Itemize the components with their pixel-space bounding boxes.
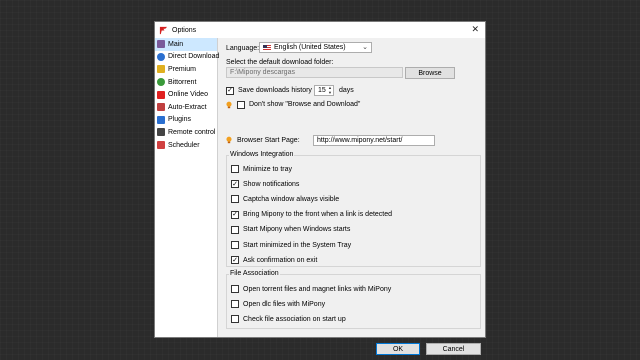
chevron-down-icon: ⌄ xyxy=(362,44,368,51)
language-value: English (United States) xyxy=(274,44,346,51)
windows-integration-label: Bring Mipony to the front when a link is… xyxy=(243,211,393,219)
sidebar-item-scheduler[interactable]: Scheduler xyxy=(155,139,217,152)
crown-icon xyxy=(157,65,165,74)
calendar-icon xyxy=(157,141,165,150)
sidebar-item-premium[interactable]: Premium xyxy=(155,63,217,76)
sidebar-item-label: Scheduler xyxy=(168,141,200,149)
us-flag-icon xyxy=(263,44,271,51)
download-folder-value: F:\Mipony descargas xyxy=(230,69,295,76)
sidebar-item-remote-control[interactable]: Remote control xyxy=(155,126,217,139)
sidebar-item-label: Main xyxy=(168,40,184,48)
youtube-icon xyxy=(157,90,165,99)
sidebar-item-bittorrent[interactable]: Bittorrent xyxy=(155,76,217,89)
sidebar: Main Direct Download Premium Bittorrent Onli… xyxy=(155,38,220,337)
windows-integration-checkbox[interactable] xyxy=(231,195,239,204)
sidebar-item-label: Remote control xyxy=(168,128,216,136)
mipony-logo-icon xyxy=(159,26,168,34)
ok-button[interactable]: OK xyxy=(376,343,420,355)
sidebar-item-label: Online Video xyxy=(168,91,208,99)
history-days-value: 15 xyxy=(318,87,326,94)
dont-show-checkbox[interactable] xyxy=(237,100,245,109)
windows-integration-option[interactable]: Start Mipony when Windows starts xyxy=(231,225,350,235)
language-label: Language: xyxy=(226,45,260,52)
start-page-value: http://www.mipony.net/start/ xyxy=(317,137,403,144)
close-icon[interactable]: ✕ xyxy=(471,24,479,35)
file-association-checkbox[interactable] xyxy=(231,300,239,308)
windows-integration-label: Start minimized in the System Tray xyxy=(243,241,352,249)
browse-button[interactable]: Browse xyxy=(405,67,455,79)
stepper-arrows-icon[interactable]: ▲ ▼ xyxy=(327,85,333,95)
plugin-icon xyxy=(157,115,165,124)
sidebar-item-label: Bittorrent xyxy=(168,78,197,86)
windows-integration-checkbox[interactable]: ✓ xyxy=(231,256,239,265)
file-association-option[interactable]: Check file association on start up xyxy=(231,314,346,324)
torrent-icon xyxy=(157,78,165,87)
lightbulb-icon xyxy=(226,101,232,108)
windows-integration-checkbox[interactable] xyxy=(231,241,239,249)
cancel-button[interactable]: Cancel xyxy=(426,343,481,355)
history-days-stepper[interactable]: 15 ▲ ▼ xyxy=(314,85,334,96)
language-select[interactable]: English (United States) ⌄ xyxy=(259,42,372,53)
file-association-checkbox[interactable] xyxy=(231,285,239,293)
windows-integration-label: Ask confirmation on exit xyxy=(243,256,318,264)
sidebar-item-label: Direct Download xyxy=(168,53,220,61)
windows-integration-option[interactable]: Captcha window always visible xyxy=(231,194,339,204)
main-panel: Language: English (United States) ⌄ Sele… xyxy=(219,38,486,355)
windows-integration-label: Show notifications xyxy=(243,180,300,188)
windows-integration-title: Windows Integration xyxy=(229,151,295,158)
windows-integration-checkbox[interactable] xyxy=(231,225,239,234)
options-dialog: Options ✕ Main Direct Download Premium Bitt… xyxy=(154,21,486,355)
windows-integration-option[interactable]: Start minimized in the System Tray xyxy=(231,240,351,250)
sidebar-item-main[interactable]: Main xyxy=(155,38,217,51)
windows-integration-checkbox[interactable]: ✓ xyxy=(231,180,239,189)
gear-icon xyxy=(157,40,165,49)
file-association-label: Open torrent files and magnet links with… xyxy=(243,285,392,293)
windows-integration-label: Start Mipony when Windows starts xyxy=(243,226,351,234)
windows-integration-checkbox[interactable] xyxy=(231,165,239,173)
file-association-option[interactable]: Open dlc files with MiPony xyxy=(231,299,325,309)
window-title: Options xyxy=(172,26,197,34)
windows-integration-option[interactable]: ✓ Ask confirmation on exit xyxy=(231,255,317,265)
start-page-input[interactable]: http://www.mipony.net/start/ xyxy=(313,135,435,146)
file-association-label: Open dlc files with MiPony xyxy=(243,300,326,308)
archive-icon xyxy=(157,103,165,112)
file-association-checkbox[interactable] xyxy=(231,315,239,323)
sidebar-item-direct-download[interactable]: Direct Download xyxy=(155,51,220,64)
download-folder-input[interactable]: F:\Mipony descargas xyxy=(226,67,403,78)
windows-integration-label: Minimize to tray xyxy=(243,165,293,173)
start-page-label: Browser Start Page: xyxy=(237,136,300,144)
history-label: Save downloads history for xyxy=(238,87,323,94)
history-checkbox[interactable]: ✓ xyxy=(226,86,234,95)
sidebar-item-plugins[interactable]: Plugins xyxy=(155,114,217,127)
sidebar-item-label: Plugins xyxy=(168,116,191,124)
globe-icon xyxy=(157,52,165,61)
folder-label: Select the default download folder: xyxy=(226,58,334,66)
history-unit: days xyxy=(339,87,354,94)
windows-integration-option[interactable]: ✓ Show notifications xyxy=(231,179,299,189)
remote-icon xyxy=(157,128,165,137)
file-association-option[interactable]: Open torrent files and magnet links with… xyxy=(231,284,391,294)
file-association-title: File Association xyxy=(229,270,280,277)
sidebar-item-online-video[interactable]: Online Video xyxy=(155,88,217,101)
windows-integration-option[interactable]: Minimize to tray xyxy=(231,164,292,174)
file-association-label: Check file association on start up xyxy=(243,315,346,323)
sidebar-item-label: Premium xyxy=(168,65,197,73)
lightbulb-icon xyxy=(226,136,232,144)
sidebar-item-auto-extract[interactable]: Auto-Extract xyxy=(155,101,217,114)
dont-show-label: Don't show "Browse and Download" xyxy=(249,101,361,108)
windows-integration-label: Captcha window always visible xyxy=(243,195,340,203)
sidebar-item-label: Auto-Extract xyxy=(168,103,207,111)
windows-integration-checkbox[interactable]: ✓ xyxy=(231,210,239,219)
title-bar[interactable]: Options ✕ xyxy=(155,22,485,38)
windows-integration-option[interactable]: ✓ Bring Mipony to the front when a link i… xyxy=(231,210,392,220)
